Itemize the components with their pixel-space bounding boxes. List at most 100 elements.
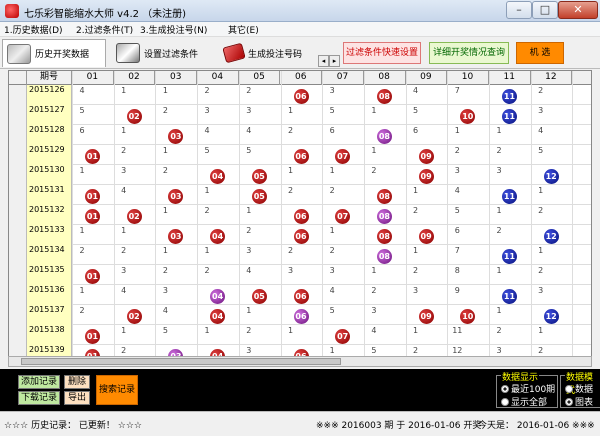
header-col-05[interactable]: 05 (239, 71, 281, 85)
radio-data-mode[interactable]: 数据 (565, 382, 593, 395)
number-ball: 03 (168, 229, 184, 244)
header-col-12[interactable]: 12 (531, 71, 573, 85)
row-header[interactable] (9, 265, 27, 285)
miss-count: 4 (162, 306, 168, 315)
table-row[interactable]: 2015133 1 1 03 04 2 06 1 08 09 6 2 12 (9, 225, 591, 245)
grid-line (489, 71, 490, 359)
scrollbar-thumb[interactable] (21, 358, 341, 365)
menu-bar: 1.历史数据(D) 2.过滤条件(T) 3.生成投注号(N) 其它(E) (0, 22, 600, 37)
row-header[interactable] (9, 165, 27, 185)
tab-scroll-right-button[interactable]: ▸ (329, 55, 340, 67)
row-header[interactable] (9, 145, 27, 165)
delete-button[interactable]: 删除 (64, 375, 90, 389)
grid-line (447, 71, 449, 359)
header-col-01[interactable]: 01 (72, 71, 114, 85)
radio-unselected-icon (565, 384, 573, 393)
period-cell: 2015131 (27, 185, 72, 205)
random-pick-button[interactable]: 机 选 (516, 42, 564, 64)
miss-count: 4 (121, 286, 127, 295)
number-ball: 09 (418, 169, 434, 184)
number-ball: 08 (376, 189, 392, 204)
row-header[interactable] (9, 245, 27, 265)
number-ball: 07 (335, 209, 351, 224)
row-header[interactable] (9, 85, 27, 105)
table-row[interactable]: 2015138 01 1 5 1 2 1 07 4 1 11 2 1 (9, 325, 591, 345)
header-col-02[interactable]: 02 (114, 71, 156, 85)
export-button[interactable]: 导出 (64, 391, 90, 405)
radio-chart-mode[interactable]: 图表 (565, 395, 593, 408)
row-header[interactable] (9, 225, 27, 245)
close-button[interactable]: ✕ (558, 1, 598, 19)
miss-count: 2 (538, 266, 544, 275)
radio-recent-100[interactable]: 最近100期 (501, 382, 555, 395)
number-ball: 08 (376, 249, 392, 264)
header-col-07[interactable]: 07 (322, 71, 364, 85)
menu-generate[interactable]: 3.生成投注号(N) (140, 23, 207, 36)
maximize-button[interactable]: □ (532, 1, 558, 19)
miss-count: 3 (246, 346, 252, 355)
miss-count: 2 (287, 126, 294, 135)
number-ball: 05 (251, 189, 267, 204)
miss-count: 4 (538, 126, 544, 135)
tab-generate-numbers[interactable]: 生成投注号码 (220, 39, 320, 67)
table-row[interactable]: 2015126 4 1 1 2 2 06 3 08 4 7 11 2 (9, 85, 591, 105)
miss-count: 2 (246, 86, 252, 95)
history-grid[interactable]: 期号 01 02 03 04 05 06 07 08 09 10 11 12 2015126 4 1 1 2 2 0… (8, 70, 592, 360)
number-ball: 06 (293, 229, 309, 244)
row-header[interactable] (9, 125, 27, 145)
row-header[interactable] (9, 205, 27, 225)
row-header[interactable] (9, 305, 27, 325)
table-row[interactable]: 2015132 01 02 1 2 1 06 07 08 2 5 1 2 (9, 205, 591, 225)
minimize-button[interactable]: – (506, 1, 532, 19)
radio-show-all[interactable]: 显示全部 (501, 395, 547, 408)
header-col-08[interactable]: 08 (364, 71, 406, 85)
miss-count: 1 (329, 346, 335, 355)
miss-count: 7 (454, 246, 460, 255)
grid-line (405, 71, 407, 359)
radio-chart-label: 图表 (575, 398, 594, 408)
row-header[interactable] (9, 105, 27, 125)
table-row[interactable]: 2015131 01 4 03 1 05 2 2 08 1 4 11 1 (9, 185, 591, 205)
row-header[interactable] (9, 185, 27, 205)
table-row[interactable]: 2015135 01 3 2 2 4 3 3 1 2 8 1 2 (9, 265, 591, 285)
miss-count: 5 (371, 346, 377, 355)
header-period[interactable]: 期号 (27, 71, 72, 85)
tab-set-filter[interactable]: 设置过滤条件 (112, 39, 212, 67)
miss-count: 1 (121, 226, 127, 235)
menu-other[interactable]: 其它(E) (228, 23, 259, 36)
table-row[interactable]: 2015128 6 1 03 4 4 2 6 08 6 1 1 4 (9, 125, 591, 145)
period-cell: 2015132 (27, 205, 72, 225)
period-cell: 2015135 (27, 265, 72, 285)
header-col-04[interactable]: 04 (197, 71, 239, 85)
miss-count: 2 (329, 186, 335, 195)
menu-filter[interactable]: 2.过滤条件(T) (76, 23, 133, 36)
period-cell: 2015137 (27, 305, 72, 325)
header-col-11[interactable]: 11 (489, 71, 531, 85)
grid-line (113, 71, 115, 359)
grid-line (197, 71, 199, 359)
table-row[interactable]: 2015127 5 02 2 3 3 1 5 1 5 10 11 3 (9, 105, 591, 125)
tab-history-data[interactable]: 历史开奖数据 (2, 39, 106, 67)
tab-scroll-left-button[interactable]: ◂ (318, 55, 329, 67)
table-row[interactable]: 2015130 1 3 2 04 05 1 1 2 09 3 3 12 (9, 165, 591, 185)
quick-filter-button[interactable]: 过滤条件快速设置 (343, 42, 421, 64)
header-col-03[interactable]: 03 (155, 71, 198, 85)
header-col-10[interactable]: 10 (447, 71, 489, 85)
header-col-09[interactable]: 09 (406, 71, 448, 85)
table-row[interactable]: 2015134 2 2 1 1 3 2 2 08 1 7 11 1 (9, 245, 591, 265)
search-record-button[interactable]: 搜索记录 (96, 375, 138, 405)
horizontal-scrollbar[interactable] (8, 356, 592, 367)
table-row[interactable]: 2015129 01 2 1 5 5 06 07 1 09 2 2 5 (9, 145, 591, 165)
menu-history[interactable]: 1.历史数据(D) (4, 23, 63, 36)
miss-count: 4 (246, 266, 252, 275)
row-header[interactable] (9, 325, 27, 345)
add-record-button[interactable]: 添加记录 (18, 375, 60, 389)
download-record-button[interactable]: 下载记录 (18, 391, 60, 405)
table-row[interactable]: 2015136 1 4 3 04 05 06 4 2 3 9 11 3 (9, 285, 591, 305)
period-cell: 2015127 (27, 105, 72, 125)
table-row[interactable]: 2015137 2 02 4 04 1 06 5 3 09 10 1 12 (9, 305, 591, 325)
header-col-06[interactable]: 06 (280, 71, 323, 85)
miss-count: 1 (329, 166, 335, 175)
detail-query-button[interactable]: 详细开奖情况查询 (429, 42, 509, 64)
row-header[interactable] (9, 285, 27, 305)
